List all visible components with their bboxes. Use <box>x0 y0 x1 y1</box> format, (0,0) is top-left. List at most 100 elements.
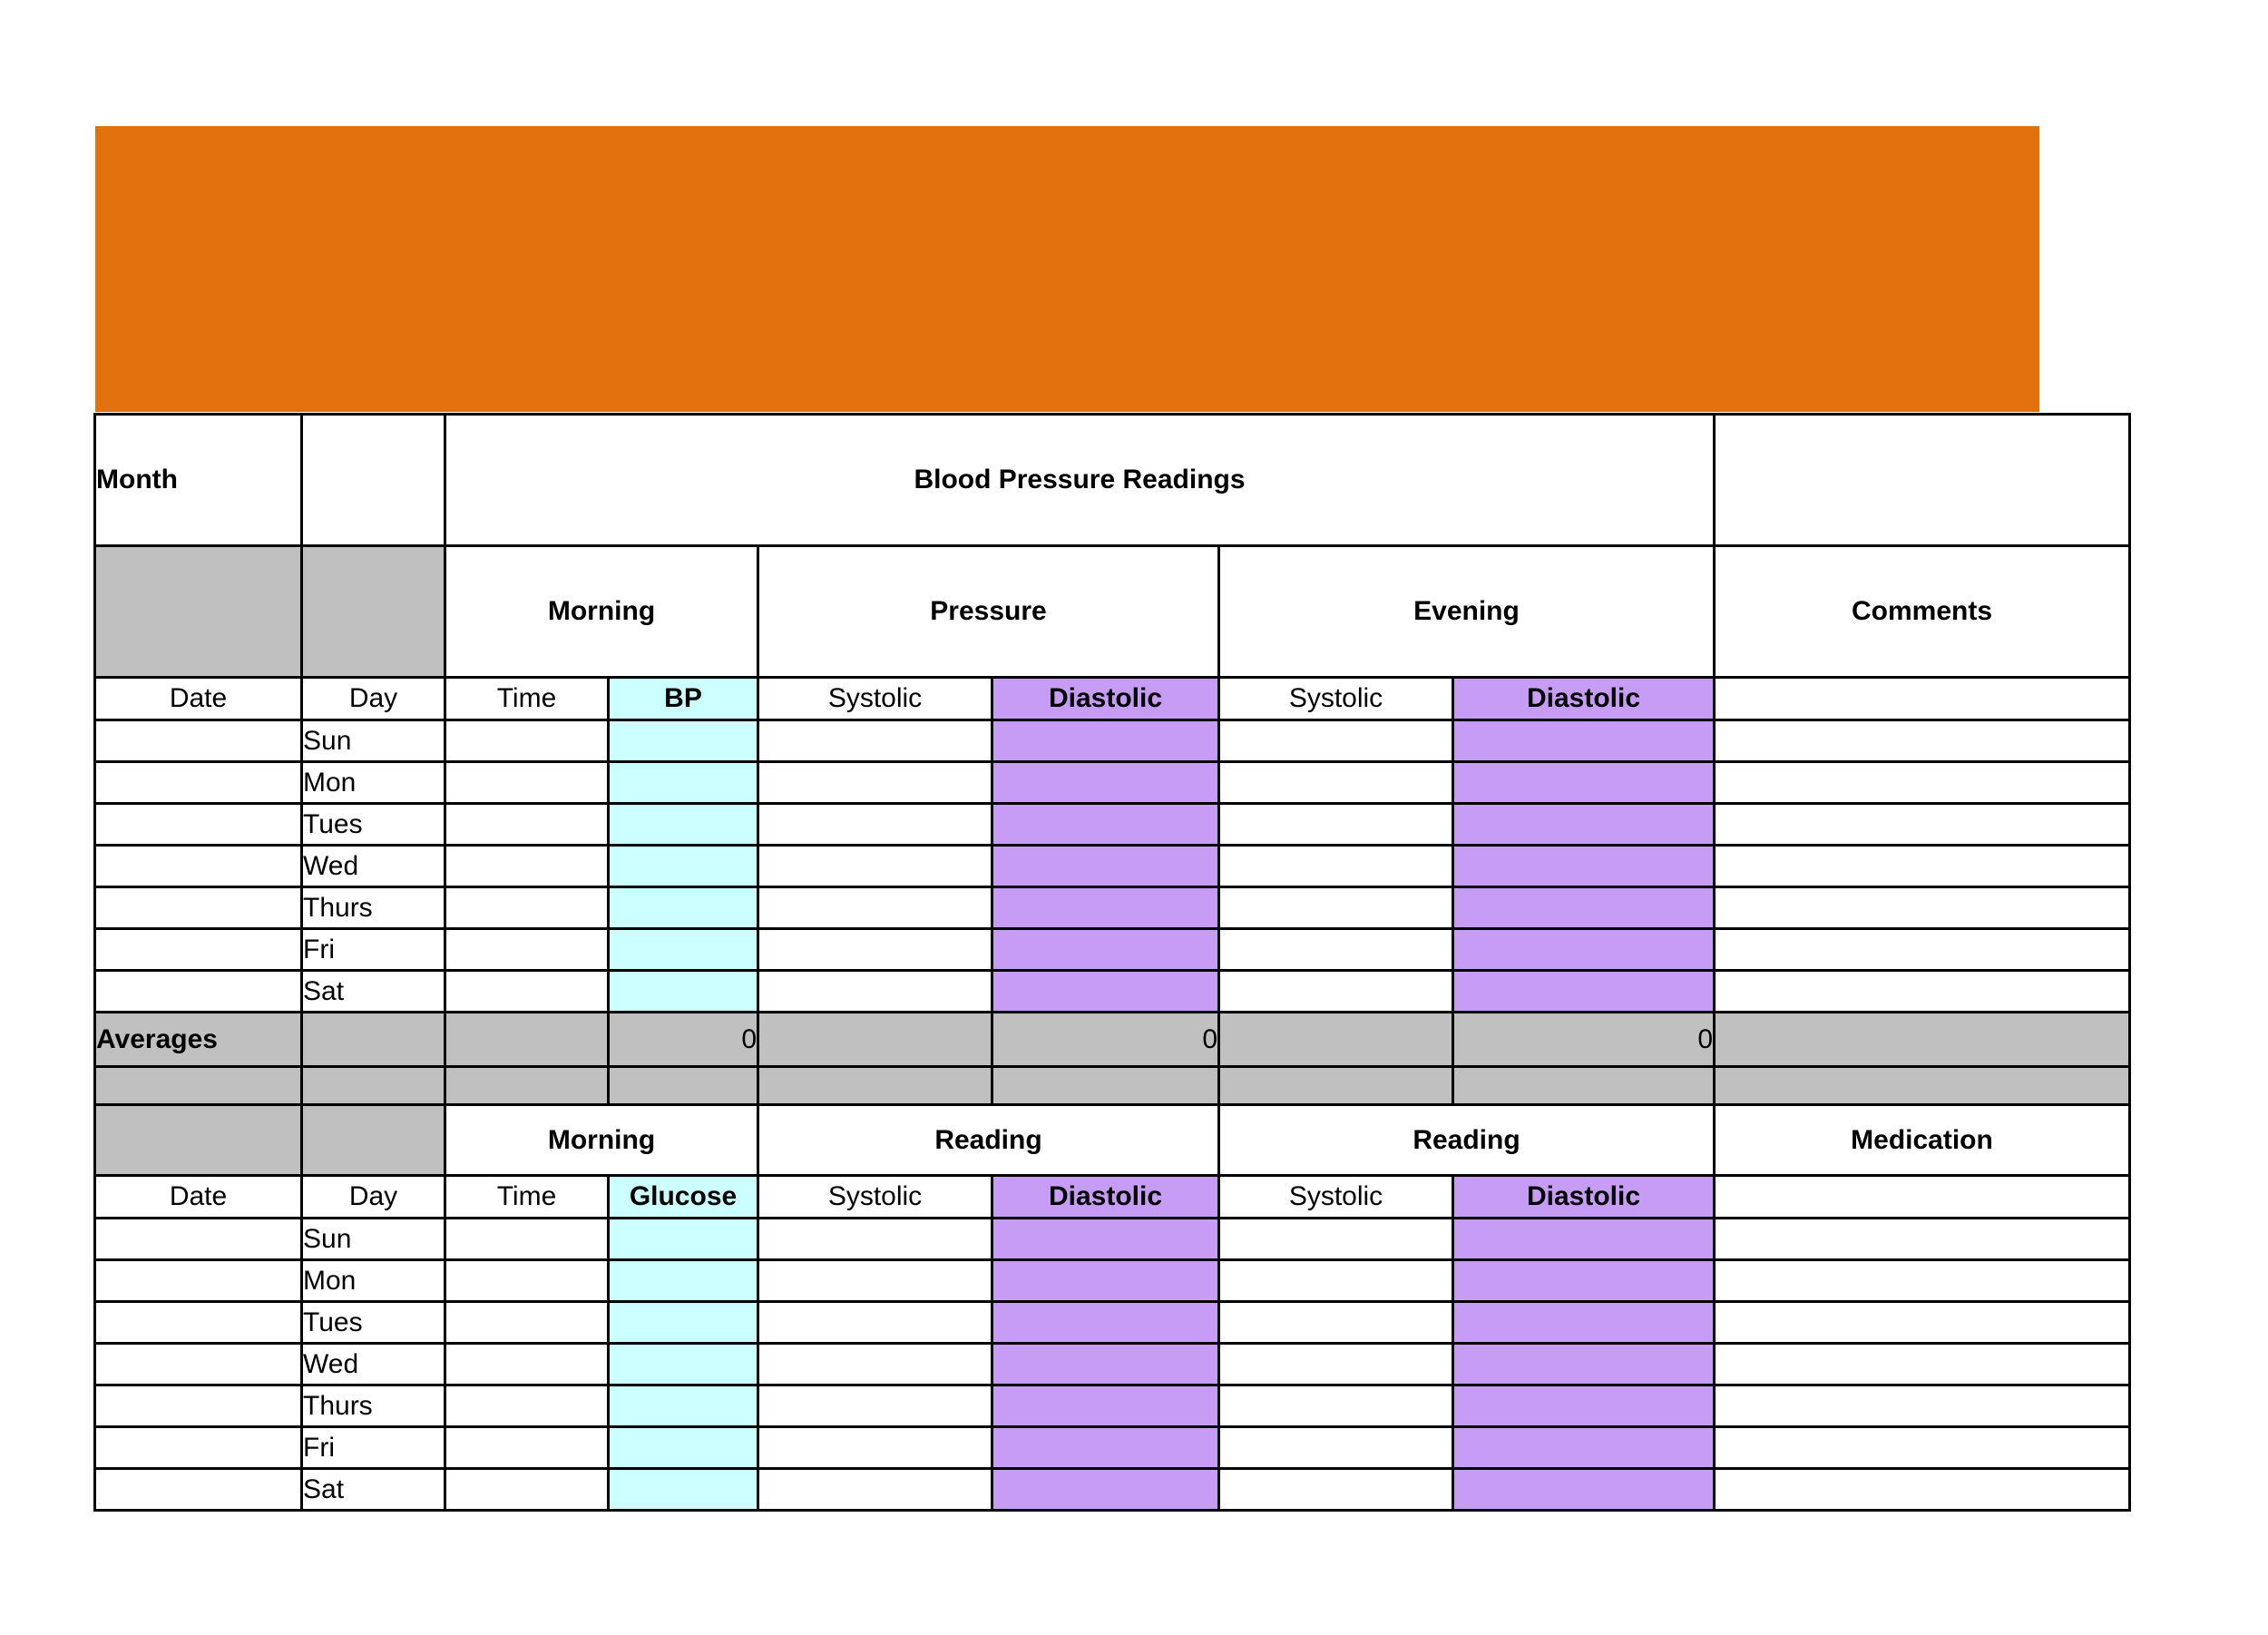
cell-glucose[interactable] <box>607 1217 759 1261</box>
cell-date[interactable] <box>93 1217 303 1261</box>
cell-diastolic-evening[interactable] <box>1452 927 1716 972</box>
cell-systolic-evening[interactable] <box>1217 969 1454 1013</box>
cell-diastolic-reading2[interactable] <box>1452 1384 1716 1428</box>
cell-diastolic-evening[interactable] <box>1452 719 1716 763</box>
cell-glucose[interactable] <box>607 1384 759 1428</box>
cell-bp[interactable] <box>607 927 759 972</box>
cell-diastolic-reading1[interactable] <box>991 1217 1220 1261</box>
cell-systolic-reading2[interactable] <box>1217 1467 1454 1512</box>
cell-diastolic-reading2[interactable] <box>1452 1300 1716 1345</box>
cell-bp[interactable] <box>607 969 759 1013</box>
cell-medication[interactable] <box>1713 1384 2131 1428</box>
cell-medication[interactable] <box>1713 1258 2131 1303</box>
cell-systolic-morning[interactable] <box>757 969 993 1013</box>
cell-date[interactable] <box>93 1384 303 1428</box>
cell-date[interactable] <box>93 1467 303 1512</box>
cell-diastolic-evening[interactable] <box>1452 802 1716 847</box>
cell-comments[interactable] <box>1713 760 2131 805</box>
cell-time[interactable] <box>444 1425 610 1470</box>
cell-systolic-reading2[interactable] <box>1217 1425 1454 1470</box>
cell-date[interactable] <box>93 719 303 763</box>
cell-date[interactable] <box>93 1342 303 1386</box>
cell-systolic-reading2[interactable] <box>1217 1217 1454 1261</box>
cell-diastolic-reading2[interactable] <box>1452 1217 1716 1261</box>
cell-systolic-evening[interactable] <box>1217 760 1454 805</box>
cell-diastolic-morning[interactable] <box>991 760 1220 805</box>
cell-diastolic-reading1[interactable] <box>991 1384 1220 1428</box>
cell-systolic-evening[interactable] <box>1217 927 1454 972</box>
cell-diastolic-morning[interactable] <box>991 927 1220 972</box>
cell-diastolic-morning[interactable] <box>991 886 1220 930</box>
cell-diastolic-reading2[interactable] <box>1452 1425 1716 1470</box>
cell-systolic-morning[interactable] <box>757 927 993 972</box>
cell-systolic-reading2[interactable] <box>1217 1384 1454 1428</box>
cell-date[interactable] <box>93 802 303 847</box>
cell-medication[interactable] <box>1713 1217 2131 1261</box>
cell-systolic-reading2[interactable] <box>1217 1342 1454 1386</box>
cell-diastolic-morning[interactable] <box>991 802 1220 847</box>
cell-time[interactable] <box>444 1467 610 1512</box>
cell-systolic-reading1[interactable] <box>757 1258 993 1303</box>
cell-bp[interactable] <box>607 802 759 847</box>
cell-date[interactable] <box>93 1425 303 1470</box>
cell-date[interactable] <box>93 969 303 1013</box>
cell-comments[interactable] <box>1713 719 2131 763</box>
cell-systolic-evening[interactable] <box>1217 719 1454 763</box>
cell-diastolic-evening[interactable] <box>1452 760 1716 805</box>
cell-systolic-reading1[interactable] <box>757 1300 993 1345</box>
cell-bp[interactable] <box>607 719 759 763</box>
cell-systolic-morning[interactable] <box>757 844 993 888</box>
cell-systolic-reading1[interactable] <box>757 1384 993 1428</box>
cell-diastolic-reading1[interactable] <box>991 1258 1220 1303</box>
cell-time[interactable] <box>444 927 610 972</box>
cell-date[interactable] <box>93 886 303 930</box>
cell-date[interactable] <box>93 1300 303 1345</box>
cell-medication[interactable] <box>1713 1425 2131 1470</box>
cell-time[interactable] <box>444 969 610 1013</box>
cell-systolic-evening[interactable] <box>1217 886 1454 930</box>
cell-systolic-morning[interactable] <box>757 760 993 805</box>
cell-diastolic-reading1[interactable] <box>991 1342 1220 1386</box>
cell-time[interactable] <box>444 1258 610 1303</box>
cell-time[interactable] <box>444 1300 610 1345</box>
cell-diastolic-evening[interactable] <box>1452 969 1716 1013</box>
cell-medication[interactable] <box>1713 1300 2131 1345</box>
cell-diastolic-reading1[interactable] <box>991 1425 1220 1470</box>
cell-time[interactable] <box>444 802 610 847</box>
cell-systolic-morning[interactable] <box>757 802 993 847</box>
cell-systolic-reading2[interactable] <box>1217 1258 1454 1303</box>
cell-glucose[interactable] <box>607 1342 759 1386</box>
cell-diastolic-reading1[interactable] <box>991 1300 1220 1345</box>
cell-time[interactable] <box>444 1384 610 1428</box>
cell-date[interactable] <box>93 927 303 972</box>
cell-systolic-morning[interactable] <box>757 886 993 930</box>
cell-medication[interactable] <box>1713 1342 2131 1386</box>
cell-systolic-reading1[interactable] <box>757 1467 993 1512</box>
cell-time[interactable] <box>444 886 610 930</box>
cell-diastolic-morning[interactable] <box>991 719 1220 763</box>
cell-comments[interactable] <box>1713 802 2131 847</box>
cell-comments[interactable] <box>1713 886 2131 930</box>
cell-glucose[interactable] <box>607 1425 759 1470</box>
cell-time[interactable] <box>444 1342 610 1386</box>
cell-systolic-reading1[interactable] <box>757 1425 993 1470</box>
cell-bp[interactable] <box>607 844 759 888</box>
cell-diastolic-reading2[interactable] <box>1452 1342 1716 1386</box>
cell-date[interactable] <box>93 1258 303 1303</box>
cell-diastolic-morning[interactable] <box>991 844 1220 888</box>
cell-diastolic-reading1[interactable] <box>991 1467 1220 1512</box>
month-value-field[interactable] <box>300 413 446 547</box>
cell-time[interactable] <box>444 1217 610 1261</box>
cell-comments[interactable] <box>1713 844 2131 888</box>
cell-date[interactable] <box>93 844 303 888</box>
cell-diastolic-reading2[interactable] <box>1452 1258 1716 1303</box>
cell-systolic-evening[interactable] <box>1217 802 1454 847</box>
cell-glucose[interactable] <box>607 1300 759 1345</box>
cell-medication[interactable] <box>1713 1467 2131 1512</box>
cell-systolic-evening[interactable] <box>1217 844 1454 888</box>
cell-glucose[interactable] <box>607 1258 759 1303</box>
cell-glucose[interactable] <box>607 1467 759 1512</box>
cell-comments[interactable] <box>1713 969 2131 1013</box>
cell-systolic-reading1[interactable] <box>757 1342 993 1386</box>
cell-systolic-reading1[interactable] <box>757 1217 993 1261</box>
